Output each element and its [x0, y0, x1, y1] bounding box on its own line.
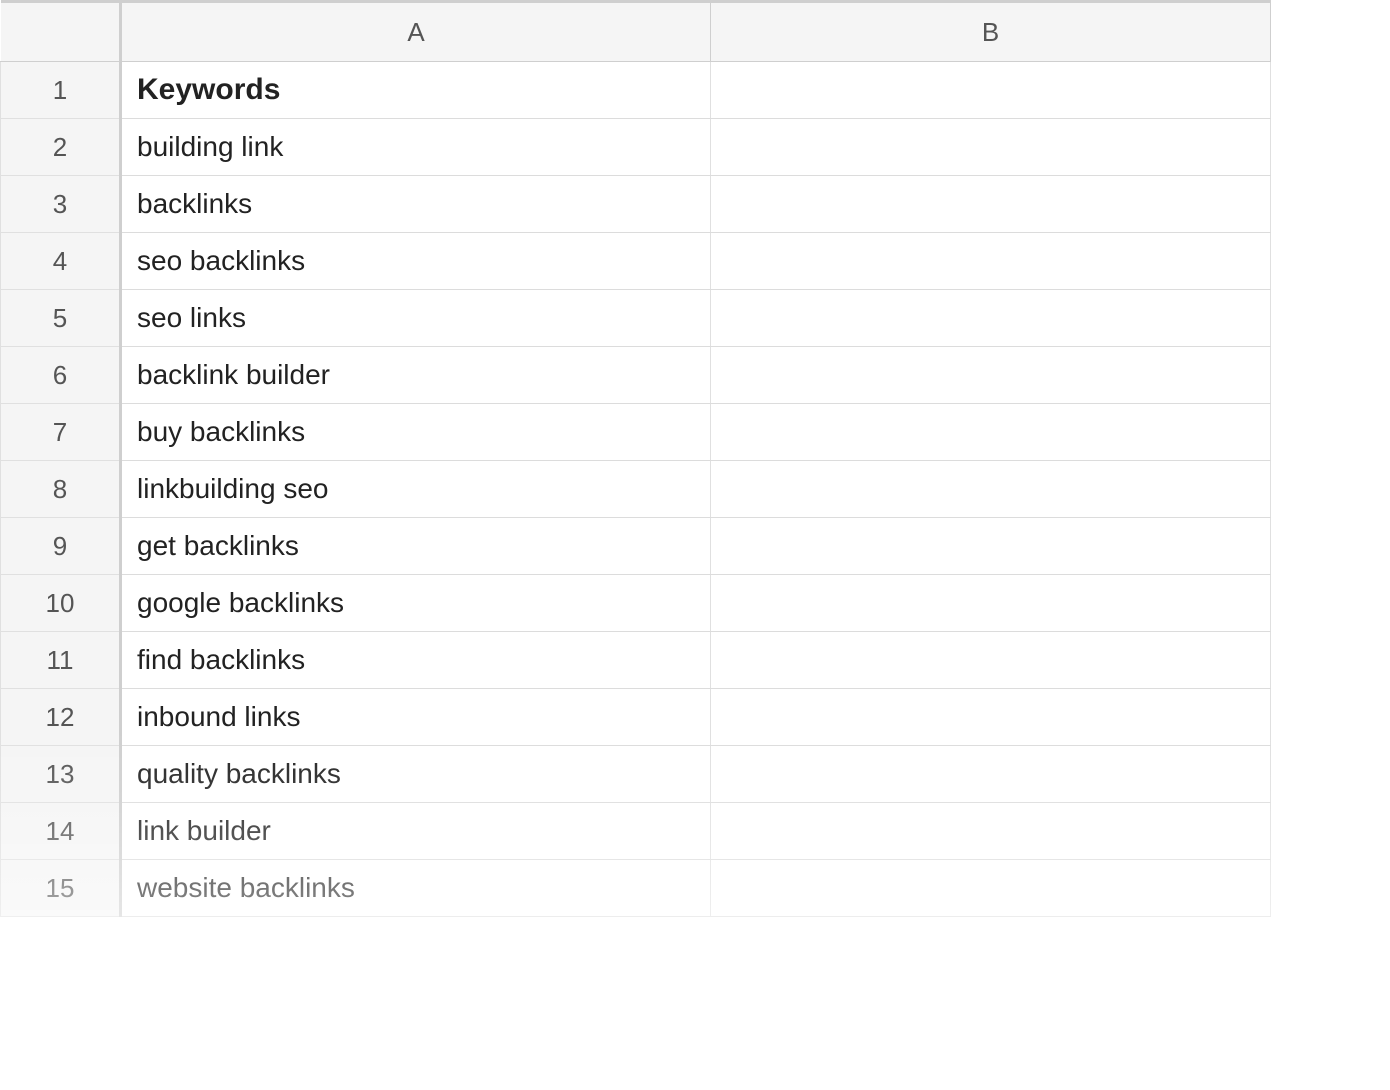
cell-B5[interactable]	[711, 290, 1271, 347]
table-row: 10google backlinks	[1, 575, 1271, 632]
row-header-8[interactable]: 8	[1, 461, 121, 518]
column-header-A[interactable]: A	[121, 2, 711, 62]
row-header-15[interactable]: 15	[1, 860, 121, 917]
row-header-3[interactable]: 3	[1, 176, 121, 233]
cell-B1[interactable]	[711, 62, 1271, 119]
cell-A11[interactable]: find backlinks	[121, 632, 711, 689]
cell-A10[interactable]: google backlinks	[121, 575, 711, 632]
cell-A13[interactable]: quality backlinks	[121, 746, 711, 803]
table-row: 5seo links	[1, 290, 1271, 347]
row-header-9[interactable]: 9	[1, 518, 121, 575]
table-row: 2building link	[1, 119, 1271, 176]
cell-A12[interactable]: inbound links	[121, 689, 711, 746]
cell-A14[interactable]: link builder	[121, 803, 711, 860]
row-header-5[interactable]: 5	[1, 290, 121, 347]
cell-A4[interactable]: seo backlinks	[121, 233, 711, 290]
table-row: 9get backlinks	[1, 518, 1271, 575]
cell-B6[interactable]	[711, 347, 1271, 404]
cell-B14[interactable]	[711, 803, 1271, 860]
row-header-6[interactable]: 6	[1, 347, 121, 404]
column-header-B[interactable]: B	[711, 2, 1271, 62]
cell-B4[interactable]	[711, 233, 1271, 290]
table-row: 7buy backlinks	[1, 404, 1271, 461]
cell-A9[interactable]: get backlinks	[121, 518, 711, 575]
cell-B13[interactable]	[711, 746, 1271, 803]
table-row: 13quality backlinks	[1, 746, 1271, 803]
table-row: 12inbound links	[1, 689, 1271, 746]
cell-B9[interactable]	[711, 518, 1271, 575]
row-header-1[interactable]: 1	[1, 62, 121, 119]
cell-B8[interactable]	[711, 461, 1271, 518]
column-header-row: A B	[1, 2, 1271, 62]
cell-B15[interactable]	[711, 860, 1271, 917]
row-header-11[interactable]: 11	[1, 632, 121, 689]
cell-A6[interactable]: backlink builder	[121, 347, 711, 404]
table-row: 3backlinks	[1, 176, 1271, 233]
row-header-13[interactable]: 13	[1, 746, 121, 803]
table-row: 4seo backlinks	[1, 233, 1271, 290]
row-header-2[interactable]: 2	[1, 119, 121, 176]
cell-B12[interactable]	[711, 689, 1271, 746]
cell-B3[interactable]	[711, 176, 1271, 233]
cell-A15[interactable]: website backlinks	[121, 860, 711, 917]
cell-B2[interactable]	[711, 119, 1271, 176]
select-all-corner[interactable]	[1, 2, 121, 62]
cell-A7[interactable]: buy backlinks	[121, 404, 711, 461]
table-row: 15website backlinks	[1, 860, 1271, 917]
table-row: 14link builder	[1, 803, 1271, 860]
cell-B11[interactable]	[711, 632, 1271, 689]
row-header-12[interactable]: 12	[1, 689, 121, 746]
row-header-7[interactable]: 7	[1, 404, 121, 461]
row-header-4[interactable]: 4	[1, 233, 121, 290]
cell-A3[interactable]: backlinks	[121, 176, 711, 233]
row-header-14[interactable]: 14	[1, 803, 121, 860]
cell-A5[interactable]: seo links	[121, 290, 711, 347]
cell-A1[interactable]: Keywords	[121, 62, 711, 119]
cell-A2[interactable]: building link	[121, 119, 711, 176]
table-row: 11find backlinks	[1, 632, 1271, 689]
cell-B10[interactable]	[711, 575, 1271, 632]
table-row: 6backlink builder	[1, 347, 1271, 404]
table-row: 8linkbuilding seo	[1, 461, 1271, 518]
spreadsheet-grid[interactable]: A B 1Keywords2building link3backlinks4se…	[0, 0, 1271, 917]
cell-B7[interactable]	[711, 404, 1271, 461]
row-header-10[interactable]: 10	[1, 575, 121, 632]
cell-A8[interactable]: linkbuilding seo	[121, 461, 711, 518]
table-row: 1Keywords	[1, 62, 1271, 119]
